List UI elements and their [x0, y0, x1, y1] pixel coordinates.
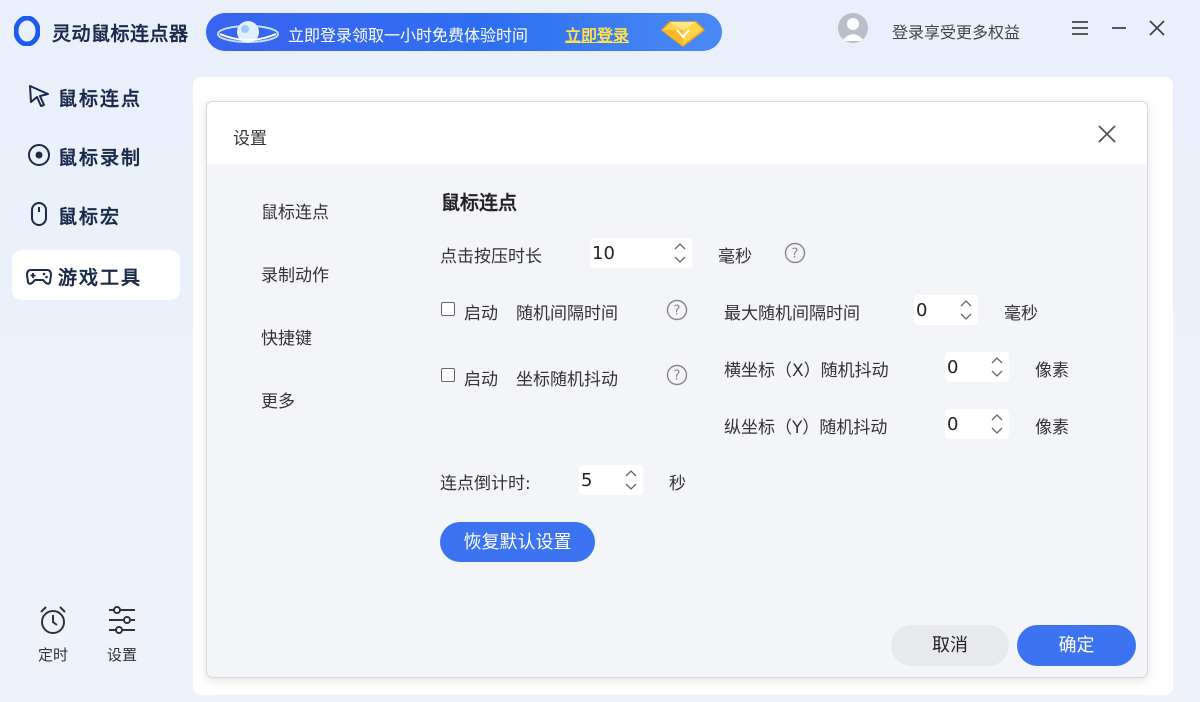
diamond-icon [660, 21, 706, 47]
y-jitter-unit: 像素 [1035, 418, 1069, 438]
confirm-button[interactable]: 确定 [1017, 625, 1136, 666]
alarm-clock-icon [40, 606, 66, 634]
svg-text:?: ? [792, 247, 799, 262]
press-duration-value: 10 [592, 243, 615, 264]
press-duration-stepper[interactable]: 10 [590, 238, 692, 268]
title-bar: 灵动鼠标连点器 立即登录领取一小时免费体验时间 立即登录 登录享受更多权益 [0, 0, 1200, 60]
dialog-title: 设置 [233, 129, 267, 149]
settings-button[interactable]: 设置 [97, 604, 147, 668]
press-duration-label: 点击按压时长 [440, 247, 542, 267]
sidebar-item-label: 鼠标连点 [58, 88, 143, 110]
app-logo-icon [14, 16, 40, 46]
y-jitter-value: 0 [947, 414, 959, 435]
max-random-interval-unit: 毫秒 [1004, 304, 1038, 324]
sidebar-item-label: 鼠标录制 [58, 147, 143, 169]
svg-text:?: ? [674, 304, 681, 319]
press-duration-unit: 毫秒 [718, 247, 752, 267]
mouse-icon [31, 202, 47, 226]
countdown-unit: 秒 [669, 474, 686, 494]
random-interval-checkbox[interactable] [441, 302, 455, 316]
tab-more[interactable]: 更多 [261, 387, 295, 412]
timer-label: 定时 [37, 646, 68, 664]
stepper-arrows-icon[interactable] [991, 354, 1003, 380]
sidebar-item-mouse-macro[interactable]: 鼠标宏 [12, 189, 180, 239]
user-icon [842, 18, 864, 41]
random-interval-enable-label: 启动 [464, 304, 498, 324]
cursor-click-icon [29, 85, 49, 107]
promo-login-link[interactable]: 立即登录 [565, 22, 629, 46]
tab-mouse-click[interactable]: 鼠标连点 [261, 198, 329, 223]
promo-text: 立即登录领取一小时免费体验时间 [288, 26, 529, 45]
stepper-arrows-icon[interactable] [991, 411, 1003, 437]
coord-jitter-label: 坐标随机抖动 [516, 370, 618, 390]
x-jitter-unit: 像素 [1035, 361, 1069, 381]
sliders-icon [109, 606, 135, 634]
close-window-icon[interactable] [1145, 16, 1169, 40]
x-jitter-label: 横坐标（X）随机抖动 [724, 361, 889, 381]
random-interval-label: 随机间隔时间 [516, 304, 618, 324]
dialog-header: 设置 [207, 102, 1147, 164]
avatar[interactable] [838, 13, 868, 43]
stepper-arrows-icon[interactable] [625, 467, 637, 493]
coord-jitter-enable-label: 启动 [464, 370, 498, 390]
close-icon[interactable] [1095, 122, 1119, 146]
countdown-value: 5 [581, 470, 593, 491]
help-icon[interactable]: ? [784, 242, 806, 264]
x-jitter-stepper[interactable]: 0 [945, 352, 1009, 382]
y-jitter-label: 纵坐标（Y）随机抖动 [724, 418, 888, 438]
sidebar-item-mouse-click[interactable]: 鼠标连点 [12, 71, 180, 121]
settings-dialog: 设置 鼠标连点 录制动作 快捷键 更多 鼠标连点 点击按压时长 10 毫秒 ? … [206, 101, 1148, 678]
app-title: 灵动鼠标连点器 [52, 23, 189, 45]
max-random-interval-label: 最大随机间隔时间 [724, 304, 860, 324]
reset-defaults-button[interactable]: 恢复默认设置 [440, 522, 595, 562]
section-title: 鼠标连点 [441, 192, 518, 214]
sidebar-item-game-tools[interactable]: 游戏工具 [12, 250, 180, 300]
coord-jitter-checkbox[interactable] [441, 368, 455, 382]
svg-text:?: ? [674, 369, 681, 384]
settings-label: 设置 [106, 646, 137, 664]
tab-record-actions[interactable]: 录制动作 [261, 261, 329, 286]
cancel-button[interactable]: 取消 [891, 625, 1009, 666]
x-jitter-value: 0 [947, 357, 959, 378]
countdown-stepper[interactable]: 5 [579, 465, 643, 495]
sidebar-item-label: 游戏工具 [58, 267, 143, 289]
record-icon [28, 144, 50, 166]
minimize-icon[interactable] [1107, 16, 1131, 40]
y-jitter-stepper[interactable]: 0 [945, 409, 1009, 439]
help-icon[interactable]: ? [666, 364, 688, 386]
promo-banner[interactable]: 立即登录领取一小时免费体验时间 立即登录 [206, 13, 722, 51]
sidebar-item-label: 鼠标宏 [58, 206, 122, 228]
tab-shortcuts[interactable]: 快捷键 [261, 324, 312, 349]
stepper-arrows-icon[interactable] [960, 297, 972, 323]
sidebar-item-mouse-record[interactable]: 鼠标录制 [12, 130, 180, 180]
planet-icon [217, 21, 279, 43]
login-benefits-link[interactable]: 登录享受更多权益 [892, 19, 1020, 43]
menu-icon[interactable] [1068, 16, 1092, 40]
gamepad-icon [26, 269, 52, 285]
countdown-label: 连点倒计时: [440, 474, 531, 494]
timer-button[interactable]: 定时 [28, 604, 78, 668]
stepper-arrows-icon[interactable] [674, 240, 686, 266]
help-icon[interactable]: ? [666, 299, 688, 321]
max-random-interval-value: 0 [916, 300, 928, 321]
max-random-interval-stepper[interactable]: 0 [914, 295, 978, 325]
